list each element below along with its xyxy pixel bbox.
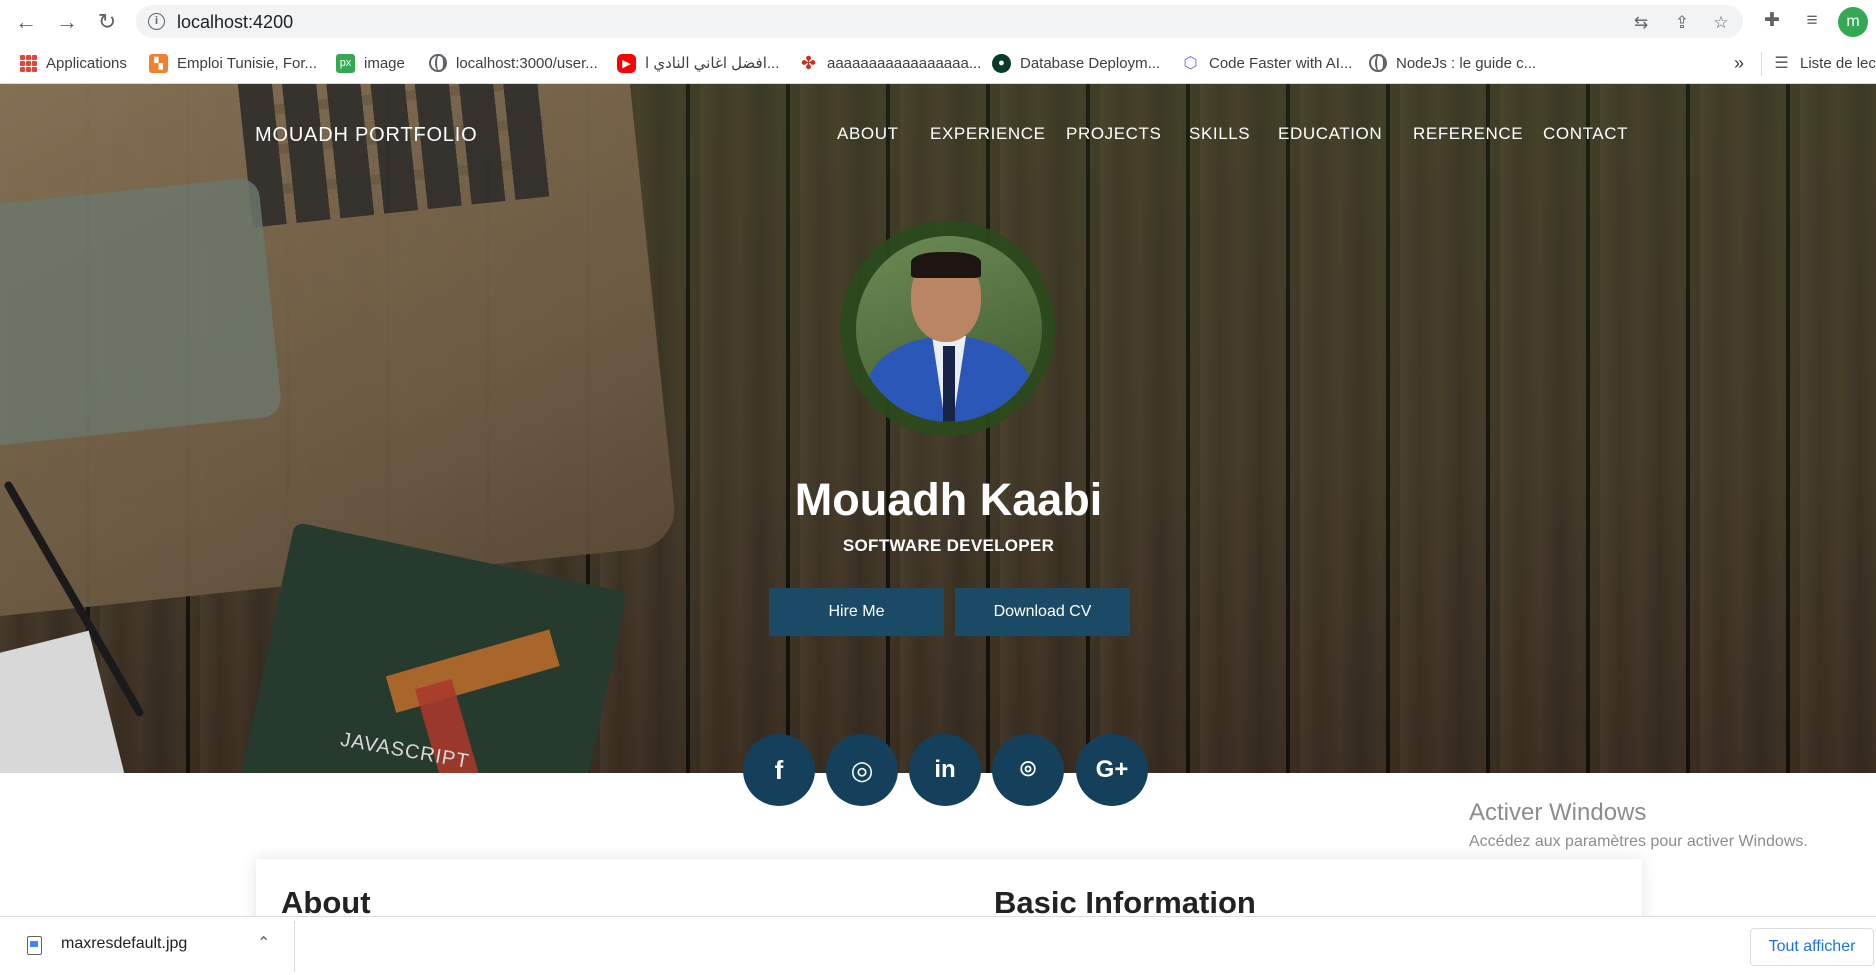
browser-toolbar: ← → ↻ i localhost:4200 ⇆ ⇪ ☆ ✚ ≡ m [0,0,1876,43]
hire-me-button[interactable]: Hire Me [769,588,944,636]
reading-list-label: Liste de lec [1800,54,1876,72]
download-bar: maxresdefault.jpg ⌃ Tout afficher [0,916,1876,975]
px-icon: px [336,53,355,73]
profile-photo [856,236,1042,422]
forward-arrow-icon[interactable]: → [53,8,81,36]
download-filename[interactable]: maxresdefault.jpg [61,935,187,953]
bookmarks-bar: Applications ▚ Emploi Tunisie, For... px… [0,43,1876,84]
address-bar[interactable]: i localhost:4200 ⇆ ⇪ ☆ [136,5,1743,38]
site-info-icon[interactable]: i [148,13,165,30]
image-file-icon [27,936,42,955]
bookmark-label: افضل اغاني النادي ا... [645,55,780,72]
bookmark-label: Emploi Tunisie, For... [177,54,318,72]
nav-projects[interactable]: PROJECTS [1066,124,1161,144]
bookmark-applications[interactable]: Applications [20,51,127,75]
divider [294,921,295,972]
maple-leaf-icon: ✤ [800,52,817,73]
linkedin-icon[interactable]: in [909,734,981,806]
bookmark-nodejs[interactable]: NodeJs : le guide c... [1369,51,1536,75]
bookmark-image[interactable]: px image [336,51,405,75]
emploi-icon: ▚ [149,53,168,73]
download-cv-button[interactable]: Download CV [955,588,1130,636]
instagram-icon[interactable]: ◎ [826,734,898,806]
apps-grid-icon [20,54,37,72]
bookmark-label: NodeJs : le guide c... [1396,54,1537,72]
nav-skills[interactable]: SKILLS [1189,124,1250,144]
site-brand[interactable]: MOUADH PORTFOLIO [255,124,477,147]
reading-list-icon: ☰ [1774,55,1789,72]
globe-icon [1369,54,1387,72]
windows-activation-subtitle: Accédez aux paramètres pour activer Wind… [1469,833,1808,850]
share-icon[interactable]: ⇪ [1672,13,1692,33]
chevron-up-icon[interactable]: ⌃ [257,933,270,953]
bookmark-aaaa[interactable]: ✤ aaaaaaaaaaaaaaaaa... [799,51,981,75]
reload-icon[interactable]: ↻ [93,8,121,36]
reading-list[interactable]: ☰ Liste de lec [1772,51,1876,75]
bookmark-label: localhost:3000/user... [456,54,598,72]
page-viewport: JAVASCRIPT MOUADH PORTFOLIO ABOUT EXPERI… [0,84,1876,916]
divider [1761,52,1762,76]
codeium-icon: ⬡ [1183,55,1198,72]
bookmark-label: Applications [46,54,127,72]
bookmark-youtube[interactable]: ▶ افضل اغاني النادي ا... [617,51,779,75]
bookmark-label: Code Faster with AI... [1209,54,1353,72]
bookmark-label: Database Deploym... [1020,54,1161,72]
bookmark-star-icon[interactable]: ☆ [1711,13,1731,33]
nav-education[interactable]: EDUCATION [1278,124,1382,144]
nav-reference[interactable]: REFERENCE [1413,124,1523,144]
hero-section: JAVASCRIPT MOUADH PORTFOLIO ABOUT EXPERI… [0,84,1876,773]
hero-name: Mouadh Kaabi [794,474,1103,525]
profile-avatar[interactable]: m [1838,7,1868,37]
extensions-puzzle-icon[interactable]: ✚ [1761,10,1783,32]
media-queue-icon[interactable]: ≡ [1801,10,1823,32]
show-all-downloads-button[interactable]: Tout afficher [1750,928,1874,966]
mongodb-icon: ● [992,53,1011,73]
about-card: About Basic Information [256,859,1642,916]
url-text[interactable]: localhost:4200 [177,12,293,33]
bookmark-codeium[interactable]: ⬡ Code Faster with AI... [1181,51,1353,75]
about-heading: About [281,885,371,916]
translate-icon[interactable]: ⇆ [1631,13,1651,33]
nav-contact[interactable]: CONTACT [1543,124,1628,144]
bookmark-label: aaaaaaaaaaaaaaaaa... [827,54,982,72]
hero-book-decoration: JAVASCRIPT [232,521,628,773]
bookmarks-overflow-icon[interactable]: » [1734,53,1744,74]
hero-role: SOFTWARE DEVELOPER [842,536,1055,555]
github-icon[interactable]: ⌾ [992,734,1064,806]
bookmark-database-deploy[interactable]: ● Database Deploym... [992,51,1160,75]
bookmark-localhost-3000[interactable]: localhost:3000/user... [429,51,598,75]
nav-experience[interactable]: EXPERIENCE [930,124,1046,144]
windows-activation-title: Activer Windows [1469,799,1647,826]
facebook-icon[interactable]: f [743,734,815,806]
bookmark-label: image [364,54,405,72]
bookmark-emploi[interactable]: ▚ Emploi Tunisie, For... [149,51,317,75]
youtube-icon: ▶ [617,53,636,73]
nav-about[interactable]: ABOUT [837,124,899,144]
basic-info-heading: Basic Information [994,885,1256,916]
globe-icon [429,54,447,72]
google-plus-icon[interactable]: G+ [1076,734,1148,806]
back-arrow-icon[interactable]: ← [12,8,40,36]
